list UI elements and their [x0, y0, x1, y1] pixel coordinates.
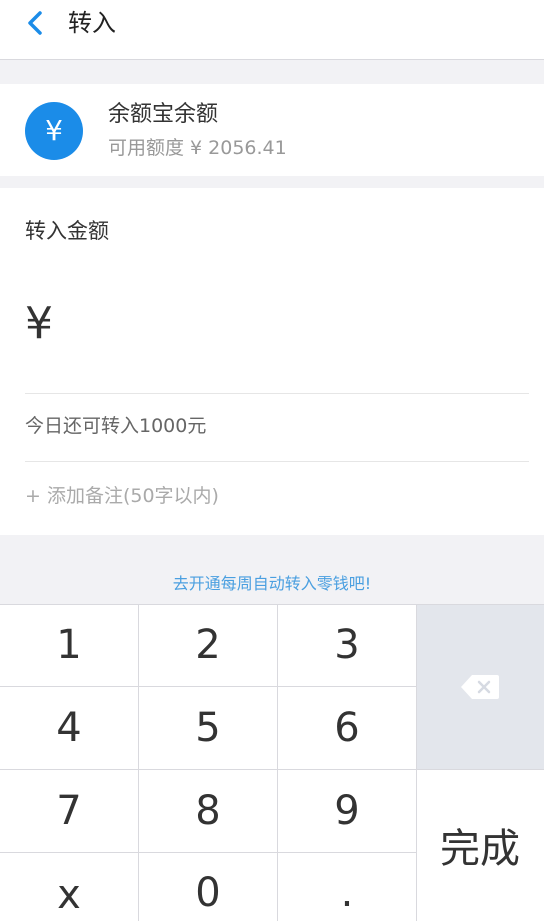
key-label: 4	[56, 705, 82, 751]
key-x[interactable]: x	[0, 853, 138, 921]
transfer-form: 转入金额 今日还可转入1000元 + 添加备注(50字以内)	[0, 188, 544, 535]
key-label: 1	[56, 622, 82, 668]
key-9[interactable]: 9	[278, 770, 416, 852]
account-name: 余额宝余额	[108, 102, 219, 127]
keypad-grid-line	[0, 604, 544, 605]
back-button[interactable]	[14, 8, 54, 40]
backspace-key[interactable]	[416, 604, 544, 769]
chevron-left-icon	[28, 11, 42, 35]
keypad-grid-line	[0, 686, 416, 687]
key-label: 0	[195, 870, 221, 916]
keypad-grid-line	[277, 604, 278, 921]
keypad-grid-line	[0, 769, 544, 770]
key-label: 3	[334, 622, 360, 668]
divider	[25, 393, 529, 394]
done-button[interactable]: 完成	[416, 769, 544, 921]
keypad-grid-line	[138, 604, 139, 921]
amount-input[interactable]	[25, 283, 519, 363]
top-nav-bar: 转入	[0, 0, 544, 60]
key-label: 6	[334, 705, 360, 751]
key-2[interactable]: 2	[139, 604, 277, 686]
key-3[interactable]: 3	[278, 604, 416, 686]
available-balance: 可用额度 ¥ 2056.41	[108, 137, 287, 159]
auto-transfer-link[interactable]: 去开通每周自动转入零钱吧!	[0, 570, 544, 598]
yuan-icon: ¥	[25, 102, 83, 160]
key-7[interactable]: 7	[0, 770, 138, 852]
key-label: 7	[56, 788, 82, 834]
add-note-link[interactable]: + 添加备注(50字以内)	[25, 482, 219, 510]
key-label: 8	[195, 788, 221, 834]
key-label: 5	[195, 705, 221, 751]
key-dot[interactable]: .	[278, 853, 416, 921]
key-5[interactable]: 5	[139, 687, 277, 769]
divider	[25, 461, 529, 462]
key-label: .	[340, 870, 354, 916]
numeric-keypad: 1 2 3 4 5 6 7 8 9 x 0 . 完成	[0, 604, 544, 921]
backspace-icon	[461, 674, 499, 699]
key-label: x	[57, 872, 81, 918]
key-8[interactable]: 8	[139, 770, 277, 852]
keypad-grid-line	[0, 852, 416, 853]
page-title: 转入	[68, 9, 116, 37]
daily-limit-text: 今日还可转入1000元	[25, 415, 207, 437]
key-1[interactable]: 1	[0, 604, 138, 686]
key-6[interactable]: 6	[278, 687, 416, 769]
keypad-grid-line	[416, 604, 417, 921]
source-account-card[interactable]: ¥ 余额宝余额 可用额度 ¥ 2056.41	[0, 84, 544, 176]
amount-label: 转入金额	[25, 219, 109, 243]
key-4[interactable]: 4	[0, 687, 138, 769]
key-0[interactable]: 0	[139, 853, 277, 921]
key-label: 2	[195, 622, 221, 668]
key-label: 9	[334, 788, 360, 834]
